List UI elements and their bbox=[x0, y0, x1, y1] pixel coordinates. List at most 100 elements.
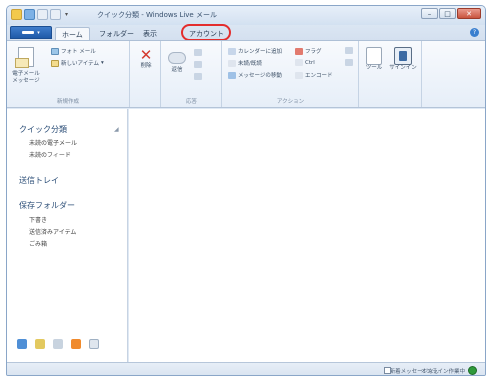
tools-label: ツール bbox=[365, 65, 383, 71]
file-menu-button[interactable]: ▾ bbox=[10, 26, 52, 39]
window-controls: – □ ✕ bbox=[421, 8, 481, 19]
save-icon[interactable] bbox=[24, 9, 35, 20]
quick-access-toolbar: ▾ bbox=[11, 9, 70, 20]
online-status-label[interactable]: オンライン作業中 bbox=[421, 367, 465, 375]
nav-item-deleted-items[interactable]: ごみ箱 bbox=[29, 239, 47, 248]
photo-mail-label: フォト メール bbox=[61, 49, 96, 55]
pin-icon[interactable]: ◢ bbox=[114, 126, 119, 133]
delete-label: 削除 bbox=[140, 63, 152, 69]
mail-icon[interactable] bbox=[17, 339, 27, 349]
delete-icon: ✕ bbox=[139, 46, 153, 64]
new-item-icon bbox=[51, 59, 59, 67]
find-icon bbox=[345, 47, 353, 54]
nav-section-outbox[interactable]: 送信トレイ bbox=[19, 175, 59, 186]
status-separator-icon bbox=[384, 367, 391, 374]
signin-label: サインイン bbox=[389, 65, 417, 71]
flag-icon bbox=[295, 47, 303, 55]
copy-icon bbox=[345, 59, 353, 66]
window-title: クイック分類 - Windows Live メール bbox=[97, 11, 217, 19]
new-items-label: 新しいアイテム bbox=[61, 61, 99, 67]
move-message-label: メッセージの移動 bbox=[238, 73, 282, 79]
new-email-icon bbox=[15, 47, 37, 71]
group-label-reply: 応答 bbox=[185, 99, 197, 105]
nav-section-quick-views[interactable]: クイック分類 bbox=[19, 124, 67, 135]
tab-view[interactable]: 表示 bbox=[137, 27, 163, 40]
ribbon-group-reply: 返信 応答 bbox=[162, 41, 222, 107]
signin-icon bbox=[394, 47, 412, 65]
ribbon-group-new: 電子メール メッセージ フォト メール 新しいアイテム ▾ 新規作成 bbox=[7, 41, 130, 107]
instant-message-button[interactable] bbox=[194, 73, 202, 80]
im-icon bbox=[194, 73, 202, 80]
feeds-icon[interactable] bbox=[71, 339, 81, 349]
watch-icon bbox=[295, 59, 303, 66]
ribbon-group-delete: ✕ 削除 bbox=[131, 41, 161, 107]
app-window: ▾ クイック分類 - Windows Live メール – □ ✕ ▾ ホーム … bbox=[6, 5, 486, 376]
delete-button[interactable]: ✕ 削除 bbox=[138, 47, 154, 70]
ribbon-tabs: ▾ ホーム フォルダー 表示 アカウント ? bbox=[7, 25, 485, 40]
chevron-down-icon: ▾ bbox=[37, 29, 40, 36]
add-to-calendar-label: カレンダーに追加 bbox=[238, 49, 283, 55]
highlight-circle bbox=[181, 24, 231, 41]
new-items-button[interactable]: 新しいアイテム ▾ bbox=[51, 59, 104, 67]
forward-button[interactable] bbox=[194, 61, 202, 68]
nav-item-unread-email[interactable]: 未読の電子メール bbox=[29, 138, 77, 147]
unread-read-button[interactable]: 未読/既読 bbox=[228, 59, 262, 67]
flag-label: フラグ bbox=[305, 49, 322, 55]
watch-button[interactable]: Ctrl bbox=[295, 59, 315, 66]
photo-icon bbox=[51, 47, 59, 55]
add-to-calendar-button[interactable]: カレンダーに追加 bbox=[228, 47, 282, 55]
tools-icon bbox=[366, 47, 382, 65]
folder-pane: クイック分類 ◢ 未読の電子メール 未読のフィード 送信トレイ 保存フォルダー … bbox=[7, 109, 128, 362]
tools-button[interactable]: ツール bbox=[363, 47, 385, 72]
encoding-label: エンコード bbox=[305, 73, 333, 79]
reply-icon bbox=[167, 49, 187, 67]
move-message-button[interactable]: メッセージの移動 bbox=[228, 71, 282, 79]
ribbon: 電子メール メッセージ フォト メール 新しいアイテム ▾ 新規作成 ✕ 削除 … bbox=[7, 40, 485, 108]
find-button[interactable] bbox=[345, 47, 353, 54]
reply-label: 返信 bbox=[171, 67, 183, 73]
unread-icon bbox=[228, 59, 236, 67]
maximize-button[interactable]: □ bbox=[439, 8, 456, 19]
close-button[interactable]: ✕ bbox=[457, 8, 481, 19]
chevron-down-icon: ▾ bbox=[100, 60, 104, 66]
newsgroups-icon[interactable] bbox=[89, 339, 99, 349]
encoding-icon bbox=[295, 71, 303, 79]
nav-item-unread-feeds[interactable]: 未読のフィード bbox=[29, 150, 71, 159]
signin-button[interactable]: サインイン bbox=[388, 47, 418, 72]
forward-icon bbox=[194, 61, 202, 68]
contacts-icon[interactable] bbox=[53, 339, 63, 349]
menu-icon bbox=[22, 31, 35, 34]
minimize-button[interactable]: – bbox=[421, 8, 438, 19]
title-bar: ▾ クイック分類 - Windows Live メール – □ ✕ bbox=[7, 6, 485, 25]
calendar-icon[interactable] bbox=[35, 339, 45, 349]
new-email-button[interactable]: 電子メール メッセージ bbox=[11, 47, 41, 85]
nav-item-drafts[interactable]: 下書き bbox=[29, 215, 47, 224]
new-email-label: 電子メール メッセージ bbox=[12, 71, 40, 84]
reply-all-button[interactable] bbox=[194, 49, 202, 56]
encoding-button[interactable]: エンコード bbox=[295, 71, 333, 79]
move-icon bbox=[228, 71, 236, 79]
help-icon[interactable]: ? bbox=[470, 28, 479, 37]
chevron-down-icon[interactable]: ▾ bbox=[63, 9, 70, 20]
photo-mail-button[interactable]: フォト メール bbox=[51, 47, 96, 55]
redo-icon[interactable] bbox=[50, 9, 61, 20]
status-bar: 新着メッセージなし オンライン作業中 bbox=[7, 362, 485, 375]
tab-folder[interactable]: フォルダー bbox=[93, 27, 140, 40]
app-icon[interactable] bbox=[11, 9, 22, 20]
nav-section-storage-folders[interactable]: 保存フォルダー bbox=[19, 200, 75, 211]
watch-label: Ctrl bbox=[305, 59, 315, 66]
copy-button[interactable] bbox=[345, 59, 353, 66]
online-status-icon[interactable] bbox=[468, 366, 477, 375]
message-list-area[interactable] bbox=[129, 109, 485, 362]
bottom-nav-bar bbox=[7, 334, 128, 354]
group-label-actions: アクション bbox=[276, 99, 305, 105]
ribbon-group-tools: ツール サインイン bbox=[360, 41, 422, 107]
undo-icon[interactable] bbox=[37, 9, 48, 20]
reply-all-icon bbox=[194, 49, 202, 56]
ribbon-group-actions: カレンダーに追加 フラグ 未読/既読 Ctrl メッセージの移動 エンコード ア… bbox=[223, 41, 359, 107]
reply-button[interactable]: 返信 bbox=[166, 49, 188, 74]
nav-item-sent-items[interactable]: 送信済みアイテム bbox=[29, 227, 76, 236]
tab-home[interactable]: ホーム bbox=[55, 27, 90, 40]
flag-button[interactable]: フラグ bbox=[295, 47, 322, 55]
group-label-new: 新規作成 bbox=[56, 99, 79, 105]
